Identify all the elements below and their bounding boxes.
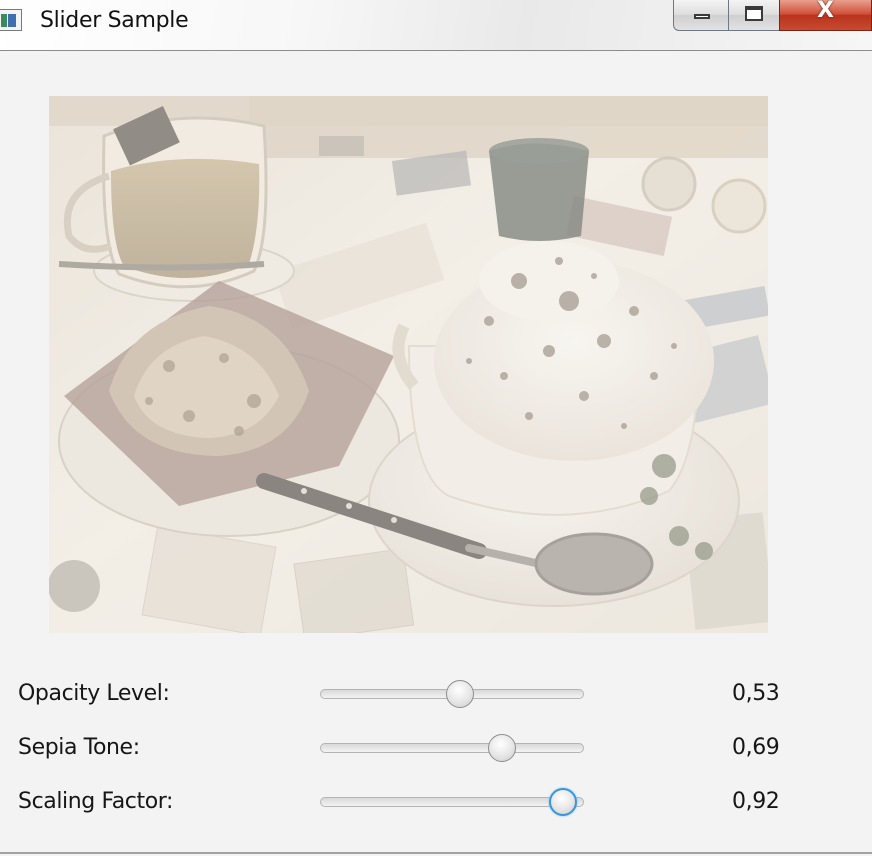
scaling-factor-value: 0,92 [732, 789, 780, 814]
sepia-tone-row: Sepia Tone: 0,69 [0, 729, 872, 769]
opacity-level-slider[interactable] [320, 679, 584, 711]
scaling-factor-label: Scaling Factor: [18, 789, 174, 814]
sepia-tone-label: Sepia Tone: [18, 735, 140, 760]
window-title: Slider Sample [40, 8, 189, 33]
sepia-tone-value: 0,69 [732, 735, 780, 760]
scaling-factor-row: Scaling Factor: 0,92 [0, 783, 872, 823]
maximize-icon [745, 6, 763, 21]
slider-track[interactable] [320, 797, 584, 807]
window-bottom-border [0, 852, 872, 854]
slider-thumb[interactable] [445, 680, 474, 708]
maximize-button[interactable] [728, 0, 780, 31]
window-title-bar[interactable]: Slider Sample X [0, 0, 872, 51]
window-controls: X [673, 0, 872, 32]
minimize-button[interactable] [673, 0, 729, 31]
close-button[interactable]: X [779, 0, 872, 31]
scaling-factor-slider[interactable] [320, 787, 584, 819]
opacity-level-value: 0,53 [732, 681, 780, 706]
slider-track[interactable] [320, 743, 584, 753]
close-icon: X [817, 0, 834, 23]
slider-thumb[interactable] [548, 788, 577, 816]
minimize-icon [694, 14, 710, 19]
opacity-level-row: Opacity Level: 0,53 [0, 675, 872, 715]
opacity-level-label: Opacity Level: [18, 681, 170, 706]
app-icon [0, 9, 22, 31]
sepia-tone-slider[interactable] [320, 733, 584, 765]
sample-photo [49, 96, 768, 633]
slider-thumb[interactable] [488, 734, 517, 762]
